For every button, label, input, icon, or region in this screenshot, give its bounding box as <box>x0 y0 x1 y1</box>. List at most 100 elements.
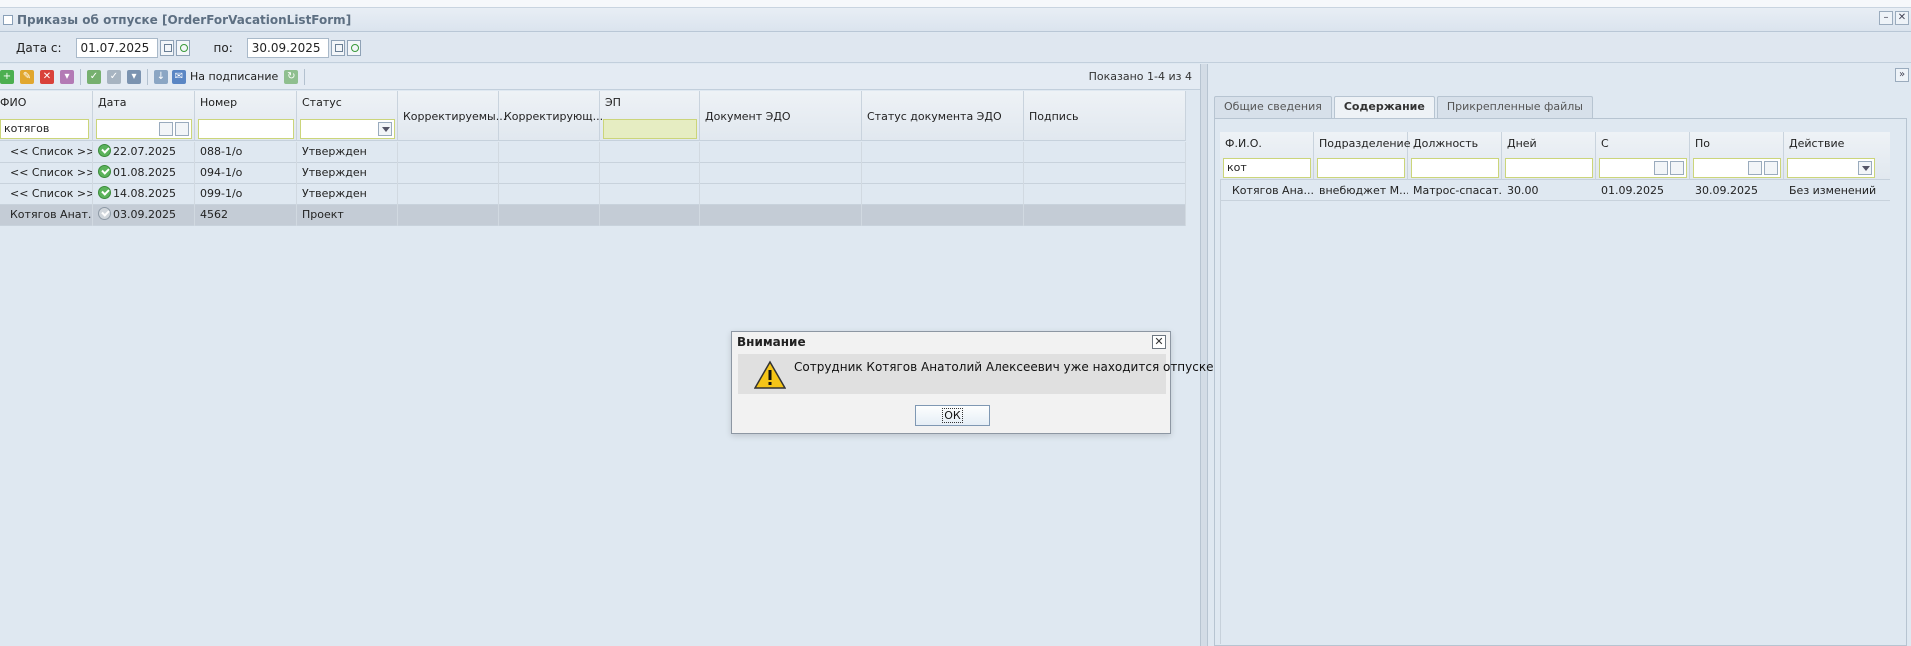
close-window-button[interactable]: ✕ <box>1895 11 1909 25</box>
more-dropdown-icon[interactable]: ▾ <box>60 69 74 84</box>
column-days[interactable]: Дней <box>1502 132 1596 180</box>
approve-icon[interactable]: ✓ <box>87 69 101 84</box>
print-dropdown-icon[interactable]: ▾ <box>127 69 141 84</box>
column-corrected[interactable]: Корректируемы... <box>398 91 506 141</box>
table-row-selected[interactable]: Котягов Анат... 03.09.2025 4562 Проект <box>0 205 1186 226</box>
filter-date-clear-icon[interactable] <box>175 122 189 136</box>
table-row[interactable]: << Список >> 22.07.2025 088-1/о Утвержде… <box>0 142 1186 163</box>
column-correcting[interactable]: Корректирующ... <box>499 91 604 141</box>
cell-empty <box>398 142 499 163</box>
warning-dialog: Внимание ✕ Сотрудник Котягов Анатолий Ал… <box>731 331 1213 434</box>
details-tabs: Общие сведения Содержание Прикрепленные … <box>1214 96 1595 118</box>
tab-content[interactable]: Содержание <box>1333 96 1435 118</box>
column-edo-document[interactable]: Документ ЭДО <box>700 91 862 141</box>
edit-icon[interactable]: ✎ <box>20 69 34 84</box>
sign-icon[interactable]: ✉ <box>172 69 186 84</box>
filter-department-input[interactable] <box>1317 158 1405 178</box>
filter-to-clear-icon[interactable] <box>1764 161 1778 175</box>
column-department[interactable]: Подразделение <box>1314 132 1410 180</box>
table-row[interactable]: << Список >> 01.08.2025 094-1/о Утвержде… <box>0 163 1186 184</box>
cell-fio: Котягов Ана... <box>1232 184 1314 197</box>
filter-status-select[interactable] <box>300 119 395 139</box>
cell-days: 30.00 <box>1507 184 1539 197</box>
chevron-down-icon[interactable] <box>378 122 392 136</box>
table-row[interactable]: << Список >> 14.08.2025 099-1/о Утвержде… <box>0 184 1186 205</box>
column-status[interactable]: Статус <box>297 91 398 141</box>
details-header: » <box>1208 64 1911 90</box>
close-icon[interactable]: ✕ <box>1152 335 1166 349</box>
tab-general[interactable]: Общие сведения <box>1214 96 1332 118</box>
cell-fio: << Список >> <box>0 142 93 163</box>
column-from[interactable]: С <box>1596 132 1690 180</box>
export-icon[interactable]: ↓ <box>154 69 168 84</box>
top-strip <box>0 0 1911 8</box>
collapse-icon[interactable]: » <box>1895 68 1909 82</box>
filter-from-input[interactable] <box>1599 158 1687 178</box>
column-edo-status[interactable]: Статус документа ЭДО <box>862 91 1024 141</box>
filter-from-calendar-icon[interactable] <box>1654 161 1668 175</box>
date-from-clear-icon[interactable] <box>175 39 190 56</box>
date-to-input[interactable]: 30.09.2025 <box>246 37 329 58</box>
send-to-sign-button[interactable]: На подписание <box>190 70 278 83</box>
column-fio[interactable]: ФИО котягов <box>0 91 93 141</box>
cell-empty <box>862 163 1024 184</box>
filter-to-calendar-icon[interactable] <box>1748 161 1762 175</box>
pane-splitter[interactable] <box>1200 64 1208 646</box>
filter-position-input[interactable] <box>1411 158 1499 178</box>
filter-fio-input[interactable]: котягов <box>0 119 89 139</box>
cell-empty <box>862 184 1024 205</box>
date-from-calendar-icon[interactable] <box>159 39 174 56</box>
cell-date-value: 22.07.2025 <box>113 145 176 158</box>
filter-date-calendar-icon[interactable] <box>159 122 173 136</box>
column-signature-label: Подпись <box>1029 110 1079 123</box>
date-to-calendar-icon[interactable] <box>330 39 345 56</box>
cell-action: Без изменений <box>1789 184 1877 197</box>
unapprove-icon[interactable]: ✓ <box>107 69 121 84</box>
cell-empty <box>600 163 700 184</box>
chevron-down-icon[interactable] <box>1858 161 1872 175</box>
ok-button[interactable]: ОК <box>915 405 990 426</box>
column-action[interactable]: Действие <box>1784 132 1890 180</box>
filter-number-input[interactable] <box>198 119 294 139</box>
column-ep[interactable]: ЭП <box>600 91 700 141</box>
cell-empty <box>700 184 862 205</box>
cell-number: 094-1/о <box>195 163 297 184</box>
cell-empty <box>862 142 1024 163</box>
cell-empty <box>398 184 499 205</box>
column-fio[interactable]: Ф.И.О. кот <box>1220 132 1314 180</box>
approved-check-icon <box>98 165 111 178</box>
date-to-clear-icon[interactable] <box>346 39 361 56</box>
minimize-button[interactable]: – <box>1879 11 1893 25</box>
filter-to-input[interactable] <box>1693 158 1781 178</box>
column-to[interactable]: По <box>1690 132 1784 180</box>
filter-ep-select[interactable] <box>603 119 697 139</box>
table-row[interactable]: Котягов Ана... внебюджет М... Матрос-спа… <box>1220 181 1890 201</box>
content-grid-header: Ф.И.О. кот Подразделение Должность Дней … <box>1220 132 1890 180</box>
filter-fio-input[interactable]: кот <box>1223 158 1311 178</box>
column-fio-label: Ф.И.О. <box>1225 137 1262 150</box>
column-signature[interactable]: Подпись <box>1024 91 1186 141</box>
column-to-label: По <box>1695 137 1711 150</box>
toolbar-separator <box>80 68 81 85</box>
cell-empty <box>1024 142 1186 163</box>
column-corrected-label: Корректируемы... <box>403 110 507 123</box>
orders-grid-header: ФИО котягов Дата Номер Статус Корректиру… <box>0 91 1186 141</box>
column-position[interactable]: Должность <box>1408 132 1502 180</box>
tab-attachments[interactable]: Прикрепленные файлы <box>1436 96 1593 118</box>
cell-status: Утвержден <box>297 184 398 205</box>
filter-days-input[interactable] <box>1505 158 1593 178</box>
add-icon[interactable]: + <box>0 69 14 84</box>
column-number[interactable]: Номер <box>195 91 297 141</box>
column-ep-label: ЭП <box>605 96 621 109</box>
date-from-input[interactable]: 01.07.2025 <box>75 37 158 58</box>
refresh-icon[interactable]: ↻ <box>284 69 299 84</box>
delete-icon[interactable]: ✕ <box>40 69 54 84</box>
ok-button-label: ОК <box>942 408 963 423</box>
column-correcting-label: Корректирующ... <box>504 110 604 123</box>
column-date[interactable]: Дата <box>93 91 195 141</box>
filter-action-select[interactable] <box>1787 158 1875 178</box>
filter-from-clear-icon[interactable] <box>1670 161 1684 175</box>
cell-to: 30.09.2025 <box>1695 184 1758 197</box>
filter-date-input[interactable] <box>96 119 192 139</box>
cell-empty <box>700 142 862 163</box>
